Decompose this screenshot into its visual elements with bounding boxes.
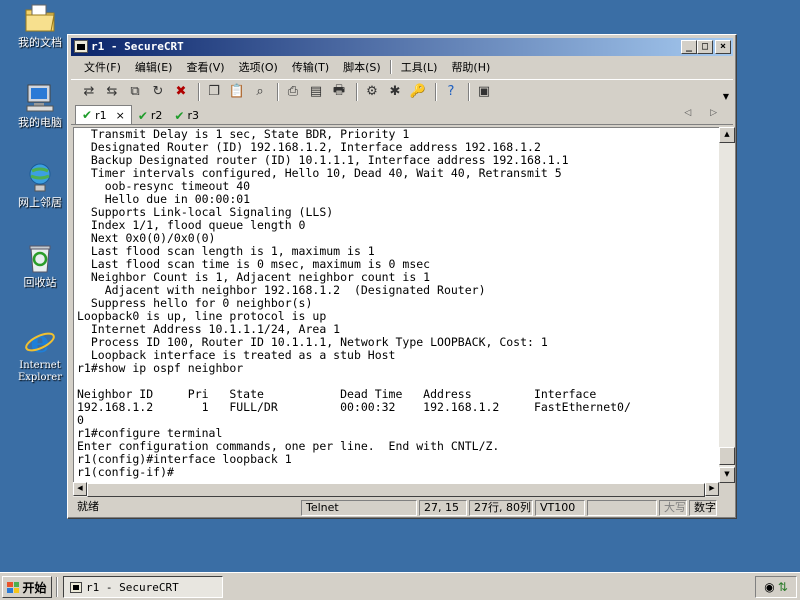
status-emulation: VT100 xyxy=(535,500,585,516)
horizontal-scroll-thumb[interactable] xyxy=(87,483,705,497)
connect-in-tab-icon[interactable]: ⧉ xyxy=(125,83,145,101)
connected-check-icon: ✔ xyxy=(82,108,93,122)
find-icon[interactable]: ⌕ xyxy=(250,83,270,101)
tray-network-icon[interactable]: ⇅ xyxy=(778,580,788,594)
tab-label: r3 xyxy=(187,109,199,122)
status-terminal-size: 27行, 80列 xyxy=(469,500,533,516)
menu-view[interactable]: 查看(V) xyxy=(179,59,231,75)
tab-label: r2 xyxy=(150,109,163,122)
terminal-area[interactable]: Transmit Delay is 1 sec, State BDR, Prio… xyxy=(73,127,719,483)
printer-icon[interactable]: 🖶 xyxy=(329,83,349,101)
desktop-icon-my-documents[interactable]: 我的文档 xyxy=(8,2,72,49)
tab-r1[interactable]: ✔ r1 × xyxy=(75,105,132,124)
status-bar: 就绪 Telnet 27, 15 27行, 80列 VT100 大写 数字 xyxy=(71,499,733,517)
session-tabs: ✔ r1 × ✔ r2 ✔ r3 ◁ ▷ xyxy=(71,105,733,125)
window-titlebar[interactable]: r1 - SecureCRT _ □ × xyxy=(71,38,733,56)
my-computer-icon xyxy=(23,82,57,114)
sftp-icon[interactable]: ▣ xyxy=(474,83,494,101)
status-cursor-position: 27, 15 xyxy=(419,500,467,516)
menu-tools[interactable]: 工具(L) xyxy=(394,59,445,75)
help-icon[interactable]: ? xyxy=(441,83,461,101)
securecrt-task-icon xyxy=(70,581,82,593)
tab-r2[interactable]: ✔ r2 xyxy=(132,107,169,124)
quick-connect-icon[interactable]: ⇆ xyxy=(102,83,122,101)
menu-bar: 文件(F) 编辑(E) 查看(V) 选项(O) 传输(T) 脚本(S) 工具(L… xyxy=(71,57,733,77)
window-title: r1 - SecureCRT xyxy=(91,40,184,53)
reconnect-icon[interactable]: ↻ xyxy=(148,83,168,101)
keymap-icon[interactable]: 🔑 xyxy=(408,83,428,101)
toolbar-separator xyxy=(277,82,279,101)
scroll-right-icon[interactable]: ▶ xyxy=(705,482,719,496)
status-protocol: Telnet xyxy=(301,500,417,516)
connected-check-icon: ✔ xyxy=(174,108,185,123)
desktop-icon-internet-explorer[interactable]: e Internet Explorer xyxy=(8,325,72,384)
menu-help[interactable]: 帮助(H) xyxy=(444,59,497,75)
system-tray: ◉ ⇅ xyxy=(755,576,797,598)
copy-icon[interactable]: ❐ xyxy=(204,83,224,101)
scroll-up-icon[interactable]: ▲ xyxy=(719,127,735,143)
tab-label: r1 xyxy=(95,108,107,122)
securecrt-window: r1 - SecureCRT _ □ × 文件(F) 编辑(E) 查看(V) 选… xyxy=(67,34,737,519)
toolbar-separator xyxy=(356,82,358,101)
network-places-icon xyxy=(23,162,57,194)
windows-flag-icon xyxy=(7,581,20,593)
taskbar-securecrt-button[interactable]: r1 - SecureCRT xyxy=(63,576,223,598)
status-ready: 就绪 xyxy=(77,500,99,513)
recycle-bin-icon xyxy=(23,242,57,274)
toolbar: ⇄ ⇆ ⧉ ↻ ✖ ❐ 📋 ⌕ ⎙ ▤ 🖶 ⚙ ✱ 🔑 ? ▣ ▼ xyxy=(71,79,733,103)
toolbar-separator xyxy=(468,82,470,101)
vertical-scrollbar[interactable]: ▲ ▼ xyxy=(719,127,735,483)
menu-script[interactable]: 脚本(S) xyxy=(336,59,388,75)
horizontal-scrollbar[interactable]: ◀ ▶ xyxy=(73,482,719,497)
maximize-button[interactable]: □ xyxy=(697,40,713,54)
connect-icon[interactable]: ⇄ xyxy=(79,83,99,101)
desktop-icon-network-places[interactable]: 网上邻居 xyxy=(8,162,72,209)
scroll-down-icon[interactable]: ▼ xyxy=(719,467,735,483)
connected-check-icon: ✔ xyxy=(137,108,148,123)
disconnect-icon[interactable]: ✖ xyxy=(171,83,191,101)
close-button[interactable]: × xyxy=(715,40,731,54)
paste-icon[interactable]: 📋 xyxy=(227,83,247,101)
scroll-left-icon[interactable]: ◀ xyxy=(73,482,87,496)
tab-scroll-arrows-icon[interactable]: ◁ ▷ xyxy=(684,108,725,118)
taskbar: 开始 r1 - SecureCRT ◉ ⇅ xyxy=(0,572,800,600)
vertical-scroll-thumb[interactable] xyxy=(719,447,735,465)
my-documents-icon xyxy=(23,2,57,34)
desktop-icon-label: 回收站 xyxy=(23,276,57,289)
start-button[interactable]: 开始 xyxy=(2,576,52,598)
menu-transfer[interactable]: 传输(T) xyxy=(285,59,336,75)
securecrt-app-icon[interactable] xyxy=(74,40,88,53)
global-options-icon[interactable]: ✱ xyxy=(385,83,405,101)
start-label: 开始 xyxy=(22,580,47,595)
toolbar-overflow-icon[interactable]: ▼ xyxy=(723,92,729,101)
desktop-icon-my-computer[interactable]: 我的电脑 xyxy=(8,82,72,129)
session-options-icon[interactable]: ⚙ xyxy=(362,83,382,101)
minimize-button[interactable]: _ xyxy=(681,40,697,54)
tab-close-icon[interactable]: × xyxy=(116,109,125,122)
toolbar-separator xyxy=(198,82,200,101)
terminal-output: Transmit Delay is 1 sec, State BDR, Prio… xyxy=(77,127,631,479)
desktop-icon-recycle-bin[interactable]: 回收站 xyxy=(8,242,72,289)
desktop-icon-label: 我的电脑 xyxy=(18,116,62,129)
toolbar-separator xyxy=(435,82,437,101)
desktop-icon-label: 网上邻居 xyxy=(18,196,62,209)
print-selection-icon[interactable]: ▤ xyxy=(306,83,326,101)
print-icon[interactable]: ⎙ xyxy=(283,83,303,101)
svg-text:e: e xyxy=(30,325,49,357)
tray-shield-icon[interactable]: ◉ xyxy=(764,580,774,594)
menu-file[interactable]: 文件(F) xyxy=(77,59,128,75)
menu-edit[interactable]: 编辑(E) xyxy=(128,59,180,75)
internet-explorer-icon: e xyxy=(23,325,57,360)
status-caps-lock: 大写 xyxy=(659,500,687,516)
taskbar-task-label: r1 - SecureCRT xyxy=(86,580,179,594)
tab-r3[interactable]: ✔ r3 xyxy=(168,107,205,124)
status-blank xyxy=(587,500,657,516)
desktop-icon-label: 我的文档 xyxy=(18,36,62,49)
menu-options[interactable]: 选项(O) xyxy=(232,59,285,75)
menu-separator xyxy=(389,60,392,74)
taskbar-separator xyxy=(56,577,58,597)
status-num-lock: 数字 xyxy=(689,500,717,516)
desktop-icon-label: Internet Explorer xyxy=(17,360,63,383)
